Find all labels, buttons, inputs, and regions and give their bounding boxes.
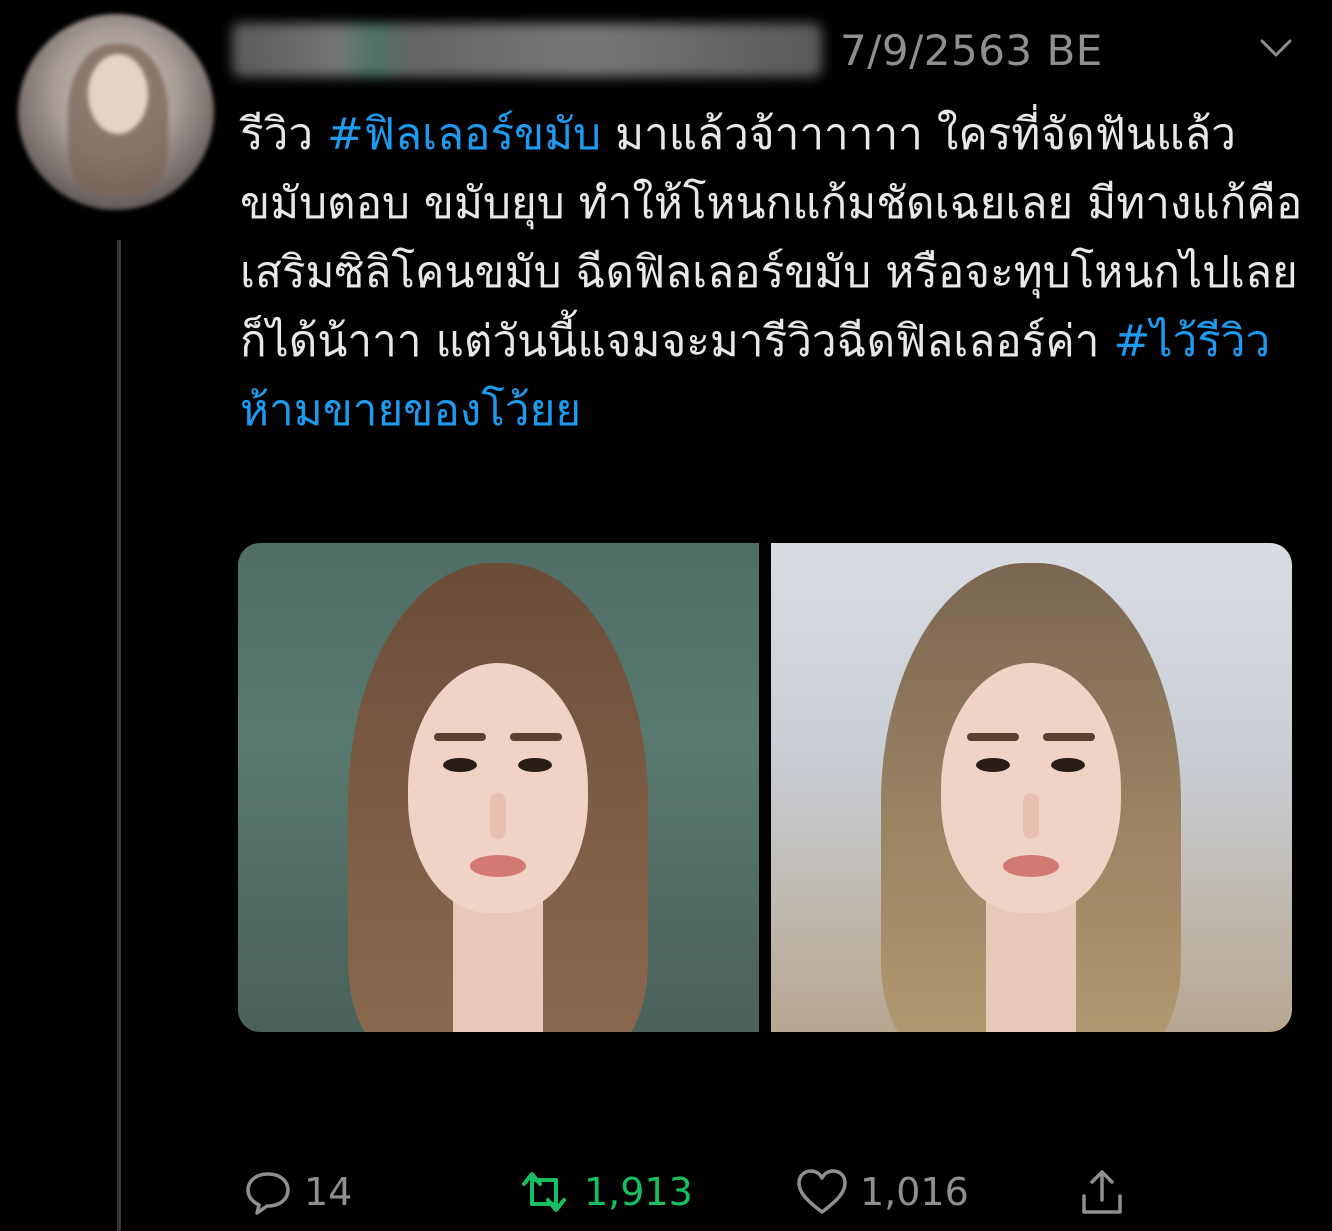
photo-brow — [510, 733, 562, 741]
photo-nose — [1023, 793, 1039, 839]
reply-button[interactable]: 14 — [242, 1160, 352, 1224]
hashtag-filler-temple[interactable]: #ฟิลเลอร์ขมับ — [327, 109, 601, 160]
retweet-button[interactable]: 1,913 — [514, 1160, 693, 1224]
tweet-text: รีวิว #ฟิลเลอร์ขมับ มาแล้วจ้าาาาาา ใครที… — [240, 100, 1310, 445]
tweet-header: 7/9/2563 BE — [232, 18, 1103, 82]
photo-nose — [490, 793, 506, 839]
photo-before[interactable] — [238, 543, 759, 1032]
retweet-count: 1,913 — [584, 1170, 693, 1214]
reply-icon — [242, 1166, 294, 1218]
share-button[interactable] — [1076, 1160, 1128, 1224]
retweet-icon — [514, 1166, 574, 1218]
photo-lips — [470, 855, 526, 877]
tweet-actions: 14 1,913 1,016 — [238, 1160, 1328, 1224]
photo-lips — [1003, 855, 1059, 877]
photo-eye — [518, 758, 552, 772]
photo-brow — [1043, 733, 1095, 741]
photo-eye — [443, 758, 477, 772]
avatar-face — [88, 54, 148, 134]
thread-line — [117, 240, 121, 1231]
reply-count: 14 — [304, 1170, 353, 1214]
tweet: 7/9/2563 BE รีวิว #ฟิลเลอร์ขมับ มาแล้วจ้… — [0, 0, 1332, 1231]
photo-brow — [434, 733, 486, 741]
photo-eye — [976, 758, 1010, 772]
like-count: 1,016 — [860, 1170, 969, 1214]
tweet-timestamp[interactable]: 7/9/2563 BE — [840, 26, 1103, 75]
like-button[interactable]: 1,016 — [794, 1160, 969, 1224]
tweet-media — [238, 543, 1292, 1032]
chevron-down-icon[interactable] — [1256, 28, 1296, 68]
heart-icon — [794, 1166, 850, 1218]
photo-eye — [1051, 758, 1085, 772]
tweet-text-prefix: รีวิว — [240, 109, 328, 160]
blurred-username[interactable] — [232, 23, 822, 77]
photo-brow — [967, 733, 1019, 741]
share-icon — [1076, 1166, 1128, 1218]
photo-after[interactable] — [771, 543, 1292, 1032]
avatar[interactable] — [18, 14, 214, 210]
